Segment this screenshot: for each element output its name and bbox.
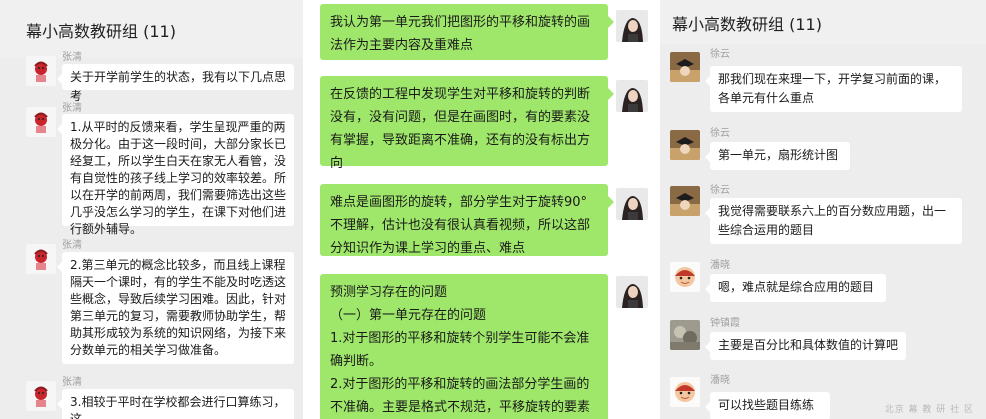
sender-name: 徐云: [710, 185, 730, 196]
chat-panel-left: 幕小高数教研组 (11) 张清 关于开学前学生的状态，我有以下几点思考 张清 1…: [0, 0, 303, 419]
avatar-woman-icon[interactable]: [616, 10, 648, 42]
message-bubble: 关于开学前学生的状态，我有以下几点思考: [57, 64, 294, 103]
avatar-woman-icon[interactable]: [616, 188, 648, 220]
sender-name: 张清: [62, 52, 82, 63]
sender-name: 张清: [62, 103, 82, 114]
message-bubble-self: 在反馈的工程中发现学生对平移和旋转的判断没有，没有问题，但是在画图时，有的要素没…: [320, 76, 614, 171]
avatar-child-icon[interactable]: [670, 377, 700, 407]
message-bubble: 我觉得需要联系六上的百分数应用题，出一些综合运用的题目: [705, 198, 962, 244]
message-bubble: 那我们现在来理一下，开学复习前面的课，各单元有什么重点: [705, 66, 962, 112]
watermark: 北京 幕 教 研 社 区: [884, 405, 974, 415]
group-title: 幕小高数教研组 (11): [26, 22, 176, 41]
avatar-girl-icon[interactable]: [26, 56, 56, 86]
chat-panel-right: 幕小高数教研组 (11) 徐云 那我们现在来理一下，开学复习前面的课，各单元有什…: [660, 0, 986, 419]
sender-name: 张清: [62, 377, 82, 388]
avatar-graduate-icon[interactable]: [670, 130, 700, 160]
avatar-woman-icon[interactable]: [616, 276, 648, 308]
avatar-child-icon[interactable]: [670, 262, 700, 292]
sender-name: 徐云: [710, 128, 730, 139]
avatar-girl-icon[interactable]: [26, 244, 56, 274]
chat-title-bar: 幕小高数教研组 (11): [0, 0, 303, 58]
sender-name: 钟镇霞: [710, 318, 740, 329]
group-title: 幕小高数教研组 (11): [672, 15, 822, 34]
avatar-photo-icon[interactable]: [670, 320, 700, 350]
avatar-graduate-icon[interactable]: [670, 52, 700, 82]
sender-name: 徐云: [710, 49, 730, 60]
message-bubble: 1.从平时的反馈来看，学生呈现严重的两极分化。由于这一段时间，大部分家长已经复工…: [57, 114, 294, 236]
avatar-woman-icon[interactable]: [616, 80, 648, 112]
message-bubble: 第一单元，扇形统计图: [705, 142, 850, 170]
avatar-girl-icon[interactable]: [26, 107, 56, 137]
message-bubble-self: 我认为第一单元我们把图形的平移和旋转的画法作为主要内容及重难点: [320, 4, 614, 60]
sender-name: 潘晓: [710, 375, 730, 386]
sender-name: 潘晓: [710, 260, 730, 271]
avatar-girl-icon[interactable]: [26, 381, 56, 411]
message-bubble-self: 预测学习存在的问题 （一）第一单元存在的问题 1.对于图形的平移和旋转个别学生可…: [320, 274, 608, 419]
avatar-graduate-icon[interactable]: [670, 186, 700, 216]
message-bubble: 可以找些题目练练: [705, 392, 830, 419]
message-bubble-self: 难点是画图形的旋转，部分学生对于旋转90°不理解，估计也没有很认真看视频，所以这…: [320, 184, 614, 256]
chat-title-bar: 幕小高数教研组 (11): [660, 0, 986, 44]
message-bubble: 2.第三单元的概念比较多，而且线上课程隔天一个课时，有的学生不能及时吃透这些概念…: [57, 252, 294, 364]
sender-name: 张清: [62, 240, 82, 251]
chat-panel-middle: 我认为第一单元我们把图形的平移和旋转的画法作为主要内容及重难点 在反馈的工程中发…: [310, 0, 656, 419]
message-bubble: 主要是百分比和具体数值的计算吧: [705, 332, 906, 360]
message-bubble: 3.相较于平时在学校都会进行口算练习，这: [57, 389, 294, 419]
message-bubble: 嗯，难点就是综合应用的题目: [705, 274, 886, 302]
